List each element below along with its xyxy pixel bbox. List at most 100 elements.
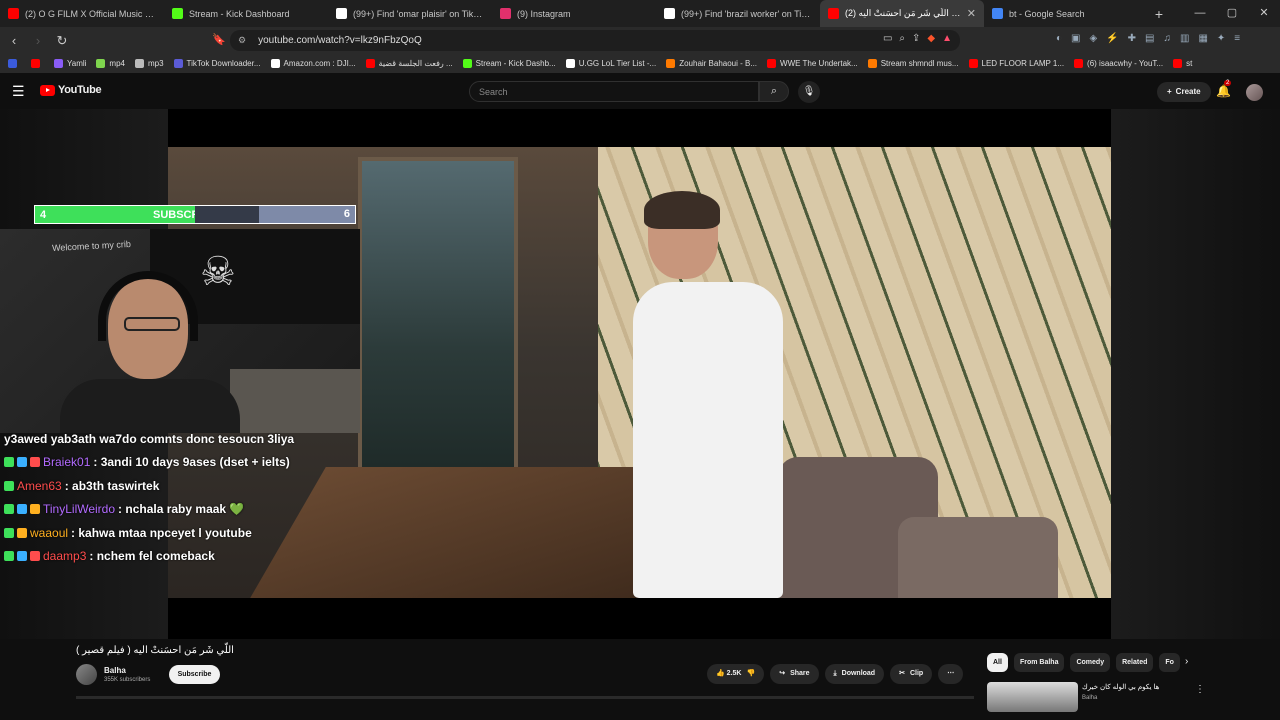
address-toolbar: ‹ › ↻ 🔖 ⚙ youtube.com/watch?v=lkz9nFbzQo… — [0, 27, 1280, 54]
channel-avatar[interactable] — [76, 664, 97, 685]
tab-5[interactable]: (2) اللّي شَر مَن احسَنتْ اليه ( ... ✕ — [820, 0, 984, 27]
like-count: 2.5K — [726, 670, 742, 677]
chip-1[interactable]: From Balha — [1013, 653, 1065, 672]
extensions-puzzle-icon[interactable]: ✚ — [1128, 33, 1136, 44]
bookmark-favicon-icon — [1173, 59, 1183, 68]
tab-1[interactable]: Stream - Kick Dashboard — [164, 0, 328, 27]
clip-button[interactable]: ✂ Clip — [890, 664, 933, 684]
chat-badge-icon — [30, 457, 40, 468]
zoom-icon[interactable]: ⌕ — [899, 33, 905, 44]
wallet-icon[interactable]: ▦ — [1198, 33, 1207, 44]
page-scrollbar[interactable] — [76, 696, 974, 699]
tab-4[interactable]: (99+) Find 'brazil worker' on TikTok | — [656, 0, 820, 27]
bookmark-label: TikTok Downloader... — [186, 59, 261, 68]
reading-list-icon[interactable]: ▥ — [1180, 33, 1189, 44]
chip-4[interactable]: Fo — [1159, 653, 1180, 672]
browser-menu-icon[interactable]: ≡ — [1234, 33, 1240, 44]
reload-icon[interactable]: ↻ — [52, 33, 72, 49]
chat-message: TinyLilWeirdo: nchala raby maak 💚 — [0, 498, 360, 522]
youtube-logo[interactable]: YouTube — [40, 84, 102, 96]
shirt — [633, 282, 783, 598]
bookmark-item[interactable]: (6) isaacwhy - YouT... — [1074, 59, 1163, 68]
extension-icon-1[interactable]: ◐ — [1056, 33, 1062, 44]
url-text[interactable]: youtube.com/watch?v=lkz9nFbzQoQ — [258, 35, 422, 46]
bookmark-item[interactable]: LED FLOOR LAMP 1... — [968, 59, 1065, 68]
bookmark-item[interactable]: Stream shmndl mus... — [867, 59, 959, 68]
cast-icon[interactable]: ▭ — [883, 33, 892, 44]
notifications-bell-icon[interactable]: 🔔 2 — [1216, 80, 1232, 98]
tab-favicon-icon — [8, 8, 19, 19]
media-icon[interactable]: ♫ — [1164, 33, 1172, 44]
hamburger-menu-icon[interactable]: ☰ — [12, 83, 25, 100]
dislike-icon[interactable]: 👎 — [746, 664, 755, 684]
bookmark-item[interactable]: Zouhair Bahaoui - B... — [666, 59, 757, 68]
back-icon[interactable]: ‹ — [4, 33, 24, 48]
close-tab-icon[interactable]: ✕ — [967, 7, 976, 20]
tab-6[interactable]: bt - Google Search — [984, 0, 1148, 27]
bookmark-label: Stream shmndl mus... — [880, 59, 959, 68]
bookmark-item[interactable]: TikTok Downloader... — [173, 59, 261, 68]
bookmark-item[interactable]: mp3 — [134, 59, 164, 68]
bookmark-favicon-icon — [8, 59, 17, 68]
new-tab-button[interactable]: + — [1148, 6, 1170, 22]
bookmark-item[interactable]: Amazon.com : DJI... — [270, 59, 356, 68]
bookmark-item[interactable]: st — [1173, 59, 1192, 68]
microphone-icon[interactable]: 🎙 — [798, 81, 820, 103]
sidebar-icon[interactable]: ▤ — [1145, 33, 1154, 44]
cafe-window — [358, 157, 518, 477]
share-button[interactable]: ↪ Share — [770, 664, 819, 684]
minimize-icon[interactable]: — — [1184, 0, 1216, 27]
chevron-right-icon[interactable]: › — [1185, 656, 1188, 667]
omnibox[interactable]: ⚙ youtube.com/watch?v=lkz9nFbzQoQ ▭ ⌕ ⇪ … — [230, 30, 960, 51]
search-input[interactable]: Search — [469, 81, 759, 102]
create-button[interactable]: + Create — [1157, 82, 1211, 102]
chat-badge-icon — [4, 457, 14, 468]
site-info-icon[interactable]: ⚙ — [238, 35, 246, 46]
bookmark-item[interactable]: mp4 — [96, 59, 125, 68]
more-actions-button[interactable]: ⋯ — [938, 664, 964, 684]
chip-2[interactable]: Comedy — [1070, 653, 1111, 672]
account-avatar[interactable] — [1246, 84, 1263, 101]
tab-0[interactable]: (2) O G FILM X Official Music Vidéo — [0, 0, 164, 27]
rewards-icon[interactable]: ▲ — [942, 33, 952, 44]
chip-3[interactable]: Related — [1116, 653, 1154, 672]
search-icon[interactable]: ⌕ — [759, 81, 789, 102]
chip-0[interactable]: All — [987, 653, 1008, 672]
extension-icon-3[interactable]: ◈ — [1090, 33, 1098, 44]
bookmark-icon[interactable]: 🔖 — [212, 33, 226, 46]
brave-shield-icon[interactable]: ◆ — [927, 33, 935, 44]
leo-icon[interactable]: ✦ — [1217, 33, 1225, 44]
chat-text: : nchala raby maak 💚 — [118, 502, 245, 517]
download-button[interactable]: ⤓ Download — [824, 664, 885, 684]
bookmark-item[interactable]: رفعت الجلسة قضية ... — [365, 59, 453, 68]
share-icon[interactable]: ⇪ — [912, 33, 920, 44]
bookmark-item[interactable]: WWE The Undertak... — [767, 59, 858, 68]
recommendation-chips: All From Balha Comedy Related Fo — [987, 653, 1180, 672]
recommended-thumbnail[interactable] — [987, 682, 1078, 712]
tab-2[interactable]: (99+) Find 'omar plaisir' on TikTok | T — [328, 0, 492, 27]
close-window-icon[interactable]: ✕ — [1248, 0, 1280, 27]
bookmark-label: (6) isaacwhy - YouT... — [1087, 59, 1164, 68]
chat-message: y3awed yab3ath wa7do comnts donc tesoucn… — [0, 427, 360, 451]
extension-icon-2[interactable]: ▣ — [1071, 33, 1080, 44]
forward-icon[interactable]: › — [28, 33, 48, 48]
bookmark-item[interactable] — [8, 59, 21, 68]
tab-3[interactable]: (9) Instagram — [492, 0, 656, 27]
tab-title: bt - Google Search — [1009, 8, 1085, 19]
bookmark-item[interactable] — [31, 59, 44, 68]
subscribe-button[interactable]: Subscribe — [169, 665, 220, 684]
bookmark-item[interactable]: Stream - Kick Dashb... — [462, 59, 556, 68]
bookmark-label: LED FLOOR LAMP 1... — [981, 59, 1065, 68]
like-button[interactable]: 👍 2.5K — [716, 664, 741, 684]
extension-icon-4[interactable]: ⚡ — [1106, 33, 1118, 44]
bookmark-item[interactable]: U.GG LoL Tier List -... — [565, 59, 656, 68]
ambient-right — [1111, 109, 1280, 639]
maximize-icon[interactable]: ▢ — [1216, 0, 1248, 27]
bookmark-favicon-icon — [767, 59, 777, 68]
tab-title: (9) Instagram — [517, 8, 571, 19]
notification-badge: 2 — [1224, 80, 1232, 86]
channel-name[interactable]: Balha — [104, 666, 126, 675]
bookmark-item[interactable]: Yamli — [54, 59, 86, 68]
recommended-title[interactable]: ها يكوم بي الوله كان خيرك — [1082, 683, 1159, 691]
more-options-icon[interactable]: ⋮ — [1195, 684, 1205, 695]
